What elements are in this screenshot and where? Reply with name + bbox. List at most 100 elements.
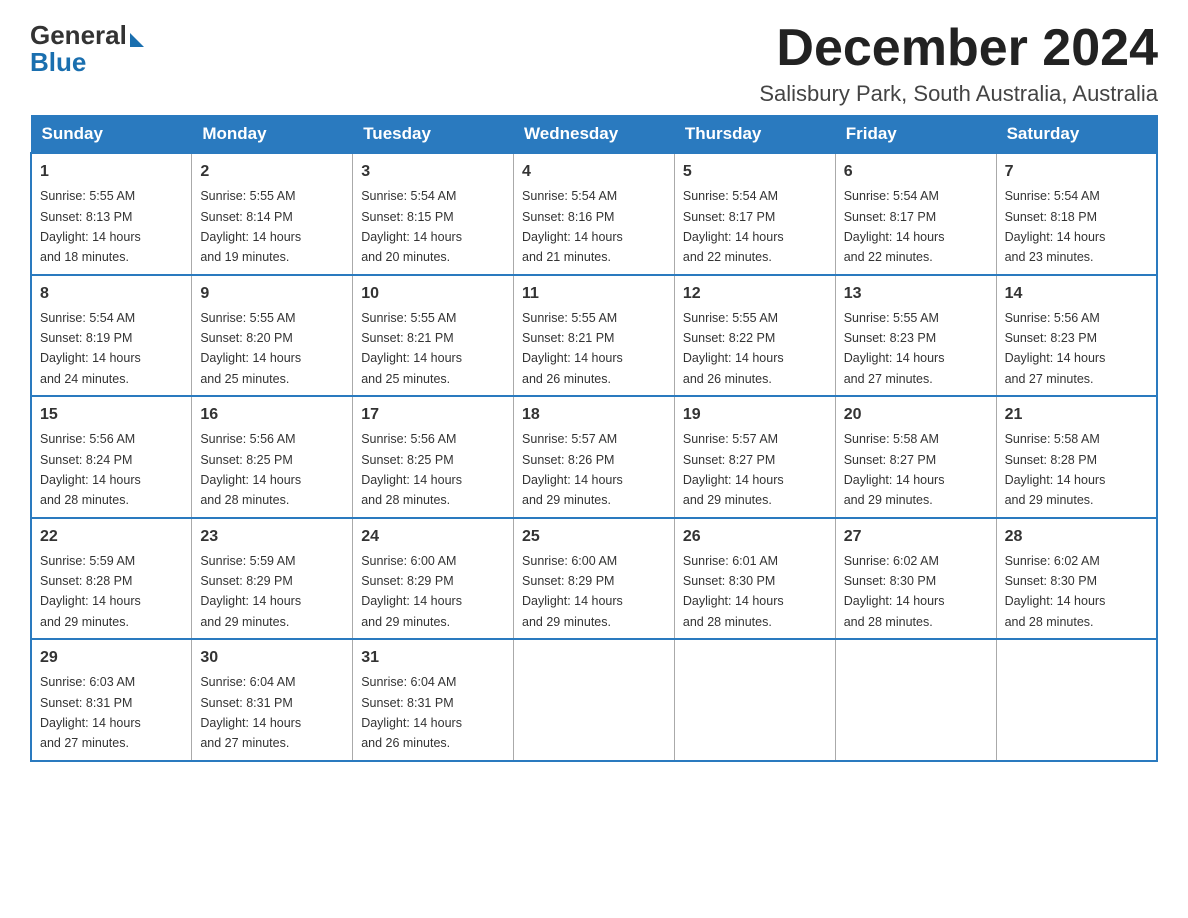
calendar-cell: 9 Sunrise: 5:55 AMSunset: 8:20 PMDayligh… (192, 275, 353, 397)
day-number: 16 (200, 403, 344, 427)
day-info: Sunrise: 5:55 AMSunset: 8:23 PMDaylight:… (844, 311, 945, 386)
day-number: 28 (1005, 525, 1148, 549)
calendar-cell: 26 Sunrise: 6:01 AMSunset: 8:30 PMDaylig… (674, 518, 835, 640)
location-subtitle: Salisbury Park, South Australia, Austral… (759, 81, 1158, 107)
day-number: 7 (1005, 160, 1148, 184)
day-info: Sunrise: 5:58 AMSunset: 8:27 PMDaylight:… (844, 432, 945, 507)
day-header-wednesday: Wednesday (514, 116, 675, 154)
week-row-3: 15 Sunrise: 5:56 AMSunset: 8:24 PMDaylig… (31, 396, 1157, 518)
day-number: 4 (522, 160, 666, 184)
day-info: Sunrise: 5:55 AMSunset: 8:20 PMDaylight:… (200, 311, 301, 386)
page-header: General Blue December 2024 Salisbury Par… (30, 20, 1158, 107)
day-number: 29 (40, 646, 183, 670)
day-info: Sunrise: 6:03 AMSunset: 8:31 PMDaylight:… (40, 675, 141, 750)
calendar-cell: 30 Sunrise: 6:04 AMSunset: 8:31 PMDaylig… (192, 639, 353, 761)
day-info: Sunrise: 5:55 AMSunset: 8:21 PMDaylight:… (361, 311, 462, 386)
calendar-cell: 25 Sunrise: 6:00 AMSunset: 8:29 PMDaylig… (514, 518, 675, 640)
day-info: Sunrise: 5:55 AMSunset: 8:21 PMDaylight:… (522, 311, 623, 386)
day-number: 31 (361, 646, 505, 670)
day-info: Sunrise: 5:56 AMSunset: 8:24 PMDaylight:… (40, 432, 141, 507)
day-info: Sunrise: 5:59 AMSunset: 8:28 PMDaylight:… (40, 554, 141, 629)
day-info: Sunrise: 6:00 AMSunset: 8:29 PMDaylight:… (361, 554, 462, 629)
day-number: 2 (200, 160, 344, 184)
calendar-table: SundayMondayTuesdayWednesdayThursdayFrid… (30, 115, 1158, 762)
day-info: Sunrise: 5:57 AMSunset: 8:27 PMDaylight:… (683, 432, 784, 507)
day-number: 10 (361, 282, 505, 306)
day-number: 11 (522, 282, 666, 306)
day-number: 19 (683, 403, 827, 427)
day-info: Sunrise: 5:54 AMSunset: 8:19 PMDaylight:… (40, 311, 141, 386)
calendar-cell (674, 639, 835, 761)
calendar-cell: 6 Sunrise: 5:54 AMSunset: 8:17 PMDayligh… (835, 153, 996, 275)
day-number: 13 (844, 282, 988, 306)
logo-blue-text: Blue (30, 49, 144, 75)
month-title: December 2024 (759, 20, 1158, 77)
calendar-cell (996, 639, 1157, 761)
day-header-saturday: Saturday (996, 116, 1157, 154)
calendar-cell: 2 Sunrise: 5:55 AMSunset: 8:14 PMDayligh… (192, 153, 353, 275)
calendar-cell: 18 Sunrise: 5:57 AMSunset: 8:26 PMDaylig… (514, 396, 675, 518)
day-number: 27 (844, 525, 988, 549)
day-number: 20 (844, 403, 988, 427)
day-info: Sunrise: 5:54 AMSunset: 8:18 PMDaylight:… (1005, 189, 1106, 264)
day-info: Sunrise: 5:58 AMSunset: 8:28 PMDaylight:… (1005, 432, 1106, 507)
week-row-4: 22 Sunrise: 5:59 AMSunset: 8:28 PMDaylig… (31, 518, 1157, 640)
calendar-cell: 28 Sunrise: 6:02 AMSunset: 8:30 PMDaylig… (996, 518, 1157, 640)
calendar-cell: 19 Sunrise: 5:57 AMSunset: 8:27 PMDaylig… (674, 396, 835, 518)
day-number: 12 (683, 282, 827, 306)
day-number: 5 (683, 160, 827, 184)
week-row-5: 29 Sunrise: 6:03 AMSunset: 8:31 PMDaylig… (31, 639, 1157, 761)
title-block: December 2024 Salisbury Park, South Aust… (759, 20, 1158, 107)
day-info: Sunrise: 5:55 AMSunset: 8:13 PMDaylight:… (40, 189, 141, 264)
day-number: 30 (200, 646, 344, 670)
calendar-cell: 4 Sunrise: 5:54 AMSunset: 8:16 PMDayligh… (514, 153, 675, 275)
day-info: Sunrise: 6:00 AMSunset: 8:29 PMDaylight:… (522, 554, 623, 629)
day-header-tuesday: Tuesday (353, 116, 514, 154)
logo-triangle-icon (130, 33, 144, 47)
calendar-cell: 27 Sunrise: 6:02 AMSunset: 8:30 PMDaylig… (835, 518, 996, 640)
day-info: Sunrise: 6:02 AMSunset: 8:30 PMDaylight:… (844, 554, 945, 629)
calendar-cell (514, 639, 675, 761)
day-number: 23 (200, 525, 344, 549)
calendar-cell (835, 639, 996, 761)
calendar-cell: 7 Sunrise: 5:54 AMSunset: 8:18 PMDayligh… (996, 153, 1157, 275)
day-number: 25 (522, 525, 666, 549)
calendar-cell: 29 Sunrise: 6:03 AMSunset: 8:31 PMDaylig… (31, 639, 192, 761)
day-number: 22 (40, 525, 183, 549)
week-row-1: 1 Sunrise: 5:55 AMSunset: 8:13 PMDayligh… (31, 153, 1157, 275)
day-number: 14 (1005, 282, 1148, 306)
logo: General Blue (30, 20, 144, 75)
day-number: 26 (683, 525, 827, 549)
day-header-sunday: Sunday (31, 116, 192, 154)
calendar-cell: 23 Sunrise: 5:59 AMSunset: 8:29 PMDaylig… (192, 518, 353, 640)
calendar-cell: 8 Sunrise: 5:54 AMSunset: 8:19 PMDayligh… (31, 275, 192, 397)
calendar-cell: 31 Sunrise: 6:04 AMSunset: 8:31 PMDaylig… (353, 639, 514, 761)
day-info: Sunrise: 5:54 AMSunset: 8:17 PMDaylight:… (844, 189, 945, 264)
calendar-cell: 14 Sunrise: 5:56 AMSunset: 8:23 PMDaylig… (996, 275, 1157, 397)
calendar-cell: 10 Sunrise: 5:55 AMSunset: 8:21 PMDaylig… (353, 275, 514, 397)
day-number: 9 (200, 282, 344, 306)
calendar-cell: 3 Sunrise: 5:54 AMSunset: 8:15 PMDayligh… (353, 153, 514, 275)
day-info: Sunrise: 5:56 AMSunset: 8:23 PMDaylight:… (1005, 311, 1106, 386)
day-info: Sunrise: 5:56 AMSunset: 8:25 PMDaylight:… (361, 432, 462, 507)
day-info: Sunrise: 5:57 AMSunset: 8:26 PMDaylight:… (522, 432, 623, 507)
calendar-cell: 17 Sunrise: 5:56 AMSunset: 8:25 PMDaylig… (353, 396, 514, 518)
day-number: 3 (361, 160, 505, 184)
day-info: Sunrise: 6:01 AMSunset: 8:30 PMDaylight:… (683, 554, 784, 629)
day-info: Sunrise: 5:55 AMSunset: 8:14 PMDaylight:… (200, 189, 301, 264)
calendar-cell: 16 Sunrise: 5:56 AMSunset: 8:25 PMDaylig… (192, 396, 353, 518)
day-info: Sunrise: 5:59 AMSunset: 8:29 PMDaylight:… (200, 554, 301, 629)
calendar-cell: 11 Sunrise: 5:55 AMSunset: 8:21 PMDaylig… (514, 275, 675, 397)
calendar-cell: 1 Sunrise: 5:55 AMSunset: 8:13 PMDayligh… (31, 153, 192, 275)
day-number: 8 (40, 282, 183, 306)
days-header-row: SundayMondayTuesdayWednesdayThursdayFrid… (31, 116, 1157, 154)
day-info: Sunrise: 5:54 AMSunset: 8:17 PMDaylight:… (683, 189, 784, 264)
day-info: Sunrise: 5:56 AMSunset: 8:25 PMDaylight:… (200, 432, 301, 507)
day-number: 6 (844, 160, 988, 184)
calendar-cell: 20 Sunrise: 5:58 AMSunset: 8:27 PMDaylig… (835, 396, 996, 518)
day-number: 17 (361, 403, 505, 427)
day-info: Sunrise: 5:55 AMSunset: 8:22 PMDaylight:… (683, 311, 784, 386)
day-number: 24 (361, 525, 505, 549)
day-number: 1 (40, 160, 183, 184)
day-info: Sunrise: 6:04 AMSunset: 8:31 PMDaylight:… (200, 675, 301, 750)
